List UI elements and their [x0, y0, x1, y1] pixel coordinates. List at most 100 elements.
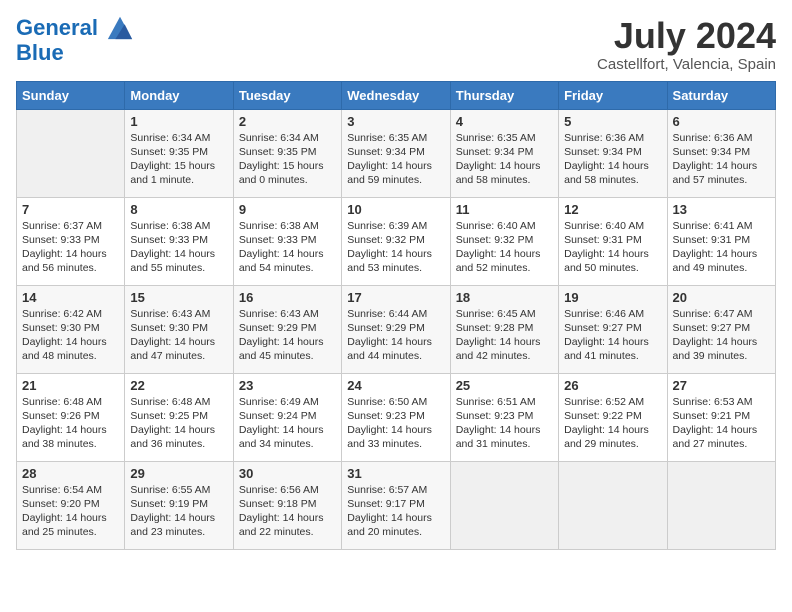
- calendar-cell: 3 Sunrise: 6:35 AMSunset: 9:34 PMDayligh…: [342, 109, 450, 197]
- calendar-cell: 22 Sunrise: 6:48 AMSunset: 9:25 PMDaylig…: [125, 373, 233, 461]
- day-number: 24: [347, 378, 444, 393]
- calendar-cell: 2 Sunrise: 6:34 AMSunset: 9:35 PMDayligh…: [233, 109, 341, 197]
- day-number: 16: [239, 290, 336, 305]
- calendar-cell: 20 Sunrise: 6:47 AMSunset: 9:27 PMDaylig…: [667, 285, 775, 373]
- calendar-cell: 31 Sunrise: 6:57 AMSunset: 9:17 PMDaylig…: [342, 461, 450, 549]
- day-number: 31: [347, 466, 444, 481]
- day-number: 9: [239, 202, 336, 217]
- logo-text: General: [16, 16, 134, 41]
- cell-info: Sunrise: 6:38 AMSunset: 9:33 PMDaylight:…: [239, 220, 324, 275]
- cell-info: Sunrise: 6:43 AMSunset: 9:30 PMDaylight:…: [130, 308, 215, 363]
- cell-info: Sunrise: 6:56 AMSunset: 9:18 PMDaylight:…: [239, 484, 324, 539]
- cell-info: Sunrise: 6:37 AMSunset: 9:33 PMDaylight:…: [22, 220, 107, 275]
- cell-info: Sunrise: 6:41 AMSunset: 9:31 PMDaylight:…: [673, 220, 758, 275]
- calendar-cell: 26 Sunrise: 6:52 AMSunset: 9:22 PMDaylig…: [559, 373, 667, 461]
- cell-info: Sunrise: 6:43 AMSunset: 9:29 PMDaylight:…: [239, 308, 324, 363]
- day-number: 15: [130, 290, 227, 305]
- col-header-friday: Friday: [559, 81, 667, 109]
- day-number: 6: [673, 114, 770, 129]
- cell-info: Sunrise: 6:48 AMSunset: 9:26 PMDaylight:…: [22, 396, 107, 451]
- cell-info: Sunrise: 6:51 AMSunset: 9:23 PMDaylight:…: [456, 396, 541, 451]
- day-number: 21: [22, 378, 119, 393]
- cell-info: Sunrise: 6:50 AMSunset: 9:23 PMDaylight:…: [347, 396, 432, 451]
- calendar-cell: 7 Sunrise: 6:37 AMSunset: 9:33 PMDayligh…: [17, 197, 125, 285]
- calendar-cell: 9 Sunrise: 6:38 AMSunset: 9:33 PMDayligh…: [233, 197, 341, 285]
- logo: General Blue: [16, 16, 134, 65]
- day-number: 3: [347, 114, 444, 129]
- day-number: 26: [564, 378, 661, 393]
- cell-info: Sunrise: 6:45 AMSunset: 9:28 PMDaylight:…: [456, 308, 541, 363]
- calendar-cell: 30 Sunrise: 6:56 AMSunset: 9:18 PMDaylig…: [233, 461, 341, 549]
- day-number: 17: [347, 290, 444, 305]
- cell-info: Sunrise: 6:54 AMSunset: 9:20 PMDaylight:…: [22, 484, 107, 539]
- day-number: 30: [239, 466, 336, 481]
- day-number: 14: [22, 290, 119, 305]
- calendar-cell: [559, 461, 667, 549]
- calendar-cell: 17 Sunrise: 6:44 AMSunset: 9:29 PMDaylig…: [342, 285, 450, 373]
- calendar-cell: 28 Sunrise: 6:54 AMSunset: 9:20 PMDaylig…: [17, 461, 125, 549]
- location: Castellfort, Valencia, Spain: [597, 56, 776, 73]
- day-number: 13: [673, 202, 770, 217]
- day-number: 20: [673, 290, 770, 305]
- calendar-cell: 16 Sunrise: 6:43 AMSunset: 9:29 PMDaylig…: [233, 285, 341, 373]
- calendar-cell: 18 Sunrise: 6:45 AMSunset: 9:28 PMDaylig…: [450, 285, 558, 373]
- calendar-cell: 29 Sunrise: 6:55 AMSunset: 9:19 PMDaylig…: [125, 461, 233, 549]
- cell-info: Sunrise: 6:35 AMSunset: 9:34 PMDaylight:…: [456, 132, 541, 187]
- calendar-cell: 8 Sunrise: 6:38 AMSunset: 9:33 PMDayligh…: [125, 197, 233, 285]
- cell-info: Sunrise: 6:52 AMSunset: 9:22 PMDaylight:…: [564, 396, 649, 451]
- col-header-sunday: Sunday: [17, 81, 125, 109]
- calendar-cell: 15 Sunrise: 6:43 AMSunset: 9:30 PMDaylig…: [125, 285, 233, 373]
- day-number: 5: [564, 114, 661, 129]
- day-number: 28: [22, 466, 119, 481]
- col-header-saturday: Saturday: [667, 81, 775, 109]
- calendar-cell: 10 Sunrise: 6:39 AMSunset: 9:32 PMDaylig…: [342, 197, 450, 285]
- cell-info: Sunrise: 6:36 AMSunset: 9:34 PMDaylight:…: [564, 132, 649, 187]
- calendar-cell: [17, 109, 125, 197]
- day-number: 29: [130, 466, 227, 481]
- calendar-cell: 1 Sunrise: 6:34 AMSunset: 9:35 PMDayligh…: [125, 109, 233, 197]
- cell-info: Sunrise: 6:40 AMSunset: 9:32 PMDaylight:…: [456, 220, 541, 275]
- cell-info: Sunrise: 6:47 AMSunset: 9:27 PMDaylight:…: [673, 308, 758, 363]
- calendar-cell: 4 Sunrise: 6:35 AMSunset: 9:34 PMDayligh…: [450, 109, 558, 197]
- day-number: 11: [456, 202, 553, 217]
- calendar-cell: 23 Sunrise: 6:49 AMSunset: 9:24 PMDaylig…: [233, 373, 341, 461]
- title-block: July 2024 Castellfort, Valencia, Spain: [597, 16, 776, 73]
- calendar-table: SundayMondayTuesdayWednesdayThursdayFrid…: [16, 81, 776, 550]
- page-header: General Blue July 2024 Castellfort, Vale…: [16, 16, 776, 73]
- day-number: 25: [456, 378, 553, 393]
- logo-blue: Blue: [16, 41, 134, 65]
- calendar-cell: 27 Sunrise: 6:53 AMSunset: 9:21 PMDaylig…: [667, 373, 775, 461]
- calendar-cell: 12 Sunrise: 6:40 AMSunset: 9:31 PMDaylig…: [559, 197, 667, 285]
- month-title: July 2024: [597, 16, 776, 56]
- day-number: 10: [347, 202, 444, 217]
- cell-info: Sunrise: 6:46 AMSunset: 9:27 PMDaylight:…: [564, 308, 649, 363]
- calendar-cell: 25 Sunrise: 6:51 AMSunset: 9:23 PMDaylig…: [450, 373, 558, 461]
- calendar-cell: 5 Sunrise: 6:36 AMSunset: 9:34 PMDayligh…: [559, 109, 667, 197]
- calendar-cell: 24 Sunrise: 6:50 AMSunset: 9:23 PMDaylig…: [342, 373, 450, 461]
- calendar-cell: [667, 461, 775, 549]
- day-number: 19: [564, 290, 661, 305]
- calendar-cell: 13 Sunrise: 6:41 AMSunset: 9:31 PMDaylig…: [667, 197, 775, 285]
- cell-info: Sunrise: 6:35 AMSunset: 9:34 PMDaylight:…: [347, 132, 432, 187]
- col-header-tuesday: Tuesday: [233, 81, 341, 109]
- calendar-cell: 19 Sunrise: 6:46 AMSunset: 9:27 PMDaylig…: [559, 285, 667, 373]
- day-number: 12: [564, 202, 661, 217]
- cell-info: Sunrise: 6:36 AMSunset: 9:34 PMDaylight:…: [673, 132, 758, 187]
- col-header-wednesday: Wednesday: [342, 81, 450, 109]
- cell-info: Sunrise: 6:48 AMSunset: 9:25 PMDaylight:…: [130, 396, 215, 451]
- day-number: 8: [130, 202, 227, 217]
- cell-info: Sunrise: 6:38 AMSunset: 9:33 PMDaylight:…: [130, 220, 215, 275]
- day-number: 4: [456, 114, 553, 129]
- col-header-monday: Monday: [125, 81, 233, 109]
- calendar-cell: 11 Sunrise: 6:40 AMSunset: 9:32 PMDaylig…: [450, 197, 558, 285]
- cell-info: Sunrise: 6:55 AMSunset: 9:19 PMDaylight:…: [130, 484, 215, 539]
- cell-info: Sunrise: 6:34 AMSunset: 9:35 PMDaylight:…: [239, 132, 324, 187]
- day-number: 7: [22, 202, 119, 217]
- day-number: 1: [130, 114, 227, 129]
- calendar-cell: [450, 461, 558, 549]
- cell-info: Sunrise: 6:40 AMSunset: 9:31 PMDaylight:…: [564, 220, 649, 275]
- cell-info: Sunrise: 6:34 AMSunset: 9:35 PMDaylight:…: [130, 132, 215, 187]
- cell-info: Sunrise: 6:53 AMSunset: 9:21 PMDaylight:…: [673, 396, 758, 451]
- calendar-cell: 14 Sunrise: 6:42 AMSunset: 9:30 PMDaylig…: [17, 285, 125, 373]
- day-number: 2: [239, 114, 336, 129]
